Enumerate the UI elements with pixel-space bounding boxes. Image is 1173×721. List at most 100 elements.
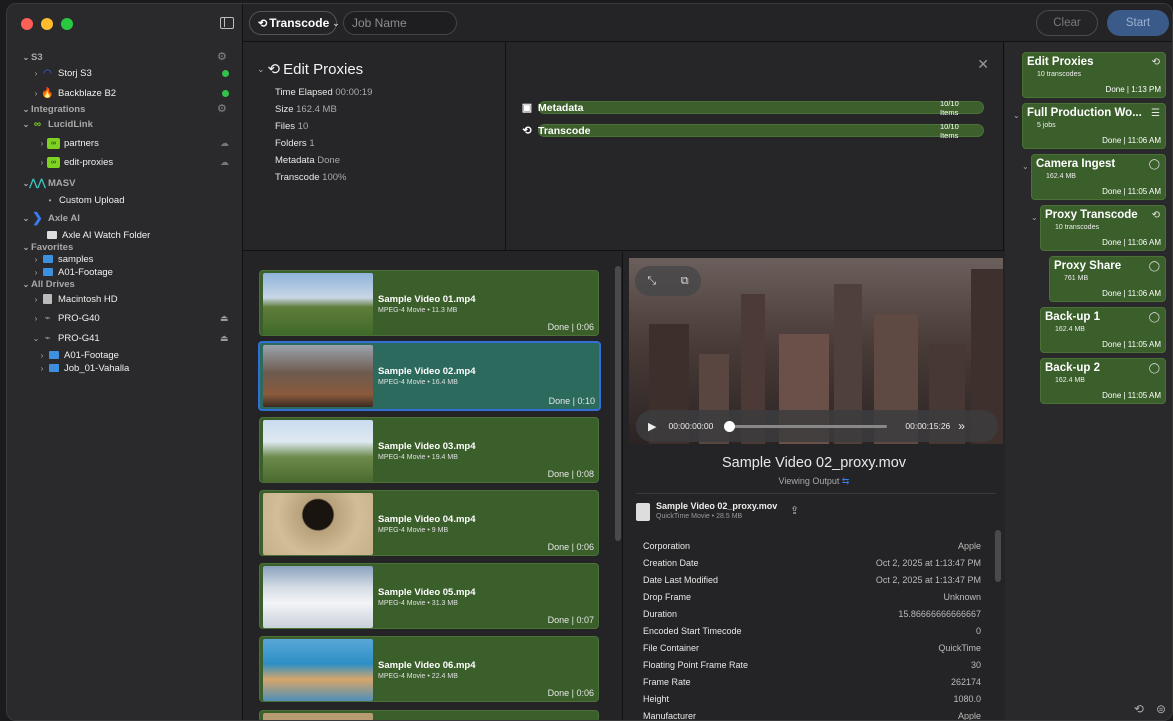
close-window-button[interactable] — [21, 18, 33, 30]
property-row: Date Last Modified Oct 2, 2025 at 1:13:47… — [643, 574, 981, 585]
sidebar-item-partners[interactable]: › ∞ partners — [37, 135, 99, 151]
file-meta: MPEG-4 Movie • 19.4 MB — [378, 454, 458, 461]
job-status: Done | 11:06 AM — [1102, 238, 1161, 247]
file-list-scrollbar[interactable] — [615, 266, 621, 541]
progress-bar — [538, 124, 984, 137]
job-title: Back-up 2 — [1045, 362, 1100, 374]
sidebar-item-axle[interactable]: ⌄ ❯ Axle AI — [21, 210, 80, 226]
file-card[interactable] — [259, 710, 599, 720]
output-file-name: Sample Video 02_proxy.mov — [656, 501, 778, 511]
transcode-icon: ⟲ — [258, 17, 268, 30]
jobs-panel: Edit Proxies 10 transcodes Done | 1:13 P… — [1005, 42, 1172, 720]
job-summary-title: Edit Proxies — [283, 60, 364, 78]
properties-scrollbar[interactable] — [995, 530, 1001, 582]
sidebar-item-masv[interactable]: ⌄ ⋀⋀ MASV — [21, 175, 76, 191]
close-icon[interactable]: ✕ — [977, 56, 989, 73]
file-card-selected[interactable]: Sample Video 02.mp4 MPEG-4 Movie • 16.4 … — [258, 341, 601, 411]
start-button[interactable]: Start — [1107, 10, 1169, 36]
filter-icon[interactable]: ⊜ — [1156, 702, 1166, 716]
job-card[interactable]: Proxy Share 761 MB Done | 11:06 AM ◯ — [1049, 256, 1166, 302]
minimize-window-button[interactable] — [41, 18, 53, 30]
job-summary-stats: Time Elapsed 00:00:19 Size 162.4 MB File… — [275, 84, 372, 186]
time-total: 00:00:15:26 — [905, 421, 951, 431]
job-title: Edit Proxies — [1027, 56, 1094, 68]
chevron-down-icon[interactable]: ⌄ — [1013, 111, 1020, 120]
transcode-icon: ⟲ — [1151, 57, 1160, 68]
scrubber-handle[interactable] — [724, 420, 736, 432]
job-card[interactable]: Edit Proxies 10 transcodes Done | 1:13 P… — [1022, 52, 1166, 98]
file-card[interactable]: Sample Video 05.mp4 MPEG-4 Movie • 31.3 … — [259, 563, 599, 629]
zoom-window-button[interactable] — [61, 18, 73, 30]
history-icon[interactable]: ⟲ — [1134, 702, 1144, 716]
sidebar-item-job-01[interactable]: › Job_01-Vahalla — [37, 360, 130, 376]
sidebar-item-edit-proxies[interactable]: › ∞ edit-proxies — [37, 154, 113, 170]
cloud-icon: ☁ — [220, 138, 229, 148]
sidebar-section-s3[interactable]: ⌄ S3 — [21, 49, 43, 65]
transcode-icon: ⟲ — [1151, 210, 1160, 221]
job-title: Proxy Share — [1054, 260, 1122, 272]
skip-forward-icon[interactable]: » — [958, 419, 965, 433]
task-label: Transcode — [538, 124, 591, 137]
drive-icon — [41, 294, 54, 305]
sidebar-section-integrations[interactable]: ⌄ Integrations — [21, 101, 86, 117]
eject-icon[interactable]: ⏏ — [220, 313, 229, 324]
transcode-icon: ⟲ — [267, 61, 281, 78]
job-card[interactable]: Back-up 1 162.4 MB Done | 11:05 AM ◯ — [1040, 307, 1166, 353]
swap-icon[interactable]: ⇆ — [842, 476, 850, 486]
video-player[interactable]: ⤡ ⧉ ▶ 00:00:00:00 00:00:15:26 » — [629, 258, 1003, 444]
eject-icon[interactable]: ⏏ — [220, 333, 229, 344]
chevron-down-icon[interactable]: ⌄ — [1022, 162, 1029, 171]
sidebar-item-backblaze[interactable]: › 🔥 Backblaze B2 — [31, 85, 116, 101]
lucidlink-icon: ∞ — [33, 118, 42, 130]
sidebar-item-label: Axle AI — [48, 212, 80, 224]
picture-in-picture-icon[interactable]: ⧉ — [681, 275, 689, 288]
share-icon[interactable]: ⇪ — [790, 504, 799, 517]
video-thumbnail — [263, 420, 373, 482]
task-label: Metadata — [538, 101, 584, 114]
sidebar-item-storj[interactable]: › ◠ Storj S3 — [31, 65, 92, 81]
stat-row: Size 162.4 MB — [275, 104, 337, 115]
file-card[interactable]: Sample Video 06.mp4 MPEG-4 Movie • 22.4 … — [259, 636, 599, 702]
job-summary-header[interactable]: ⌄ ⟲ Edit Proxies — [257, 60, 364, 79]
job-status: Done | 11:05 AM — [1102, 187, 1161, 196]
job-summary-panel: ⌄ ⟲ Edit Proxies Time Elapsed 00:00:19 Siz… — [243, 42, 506, 251]
file-status: Done | 0:08 — [547, 469, 594, 479]
job-status: Done | 11:05 AM — [1102, 340, 1161, 349]
job-card[interactable]: Back-up 2 162.4 MB Done | 11:05 AM ◯ — [1040, 358, 1166, 404]
sidebar-item-label: partners — [64, 137, 99, 149]
sidebar-item-custom-upload[interactable]: • Custom Upload — [45, 192, 125, 208]
play-icon[interactable]: ▶ — [648, 420, 656, 433]
job-card[interactable]: ⌄ Proxy Transcode 10 transcodes Done | 1… — [1031, 205, 1166, 251]
job-title: Full Production Wo... — [1027, 107, 1142, 119]
file-card[interactable]: Sample Video 04.mp4 MPEG-4 Movie • 9 MB … — [259, 490, 599, 556]
job-name-input[interactable]: Job Name — [343, 11, 457, 35]
job-card[interactable]: ⌄ Full Production Wo... 5 jobs Done | 11… — [1013, 103, 1166, 149]
job-card[interactable]: ⌄ Camera Ingest 162.4 MB Done | 11:05 AM… — [1022, 154, 1166, 200]
video-view-controls: ⤡ ⧉ — [635, 266, 701, 296]
gear-icon[interactable]: ⚙ — [217, 102, 227, 115]
file-card[interactable]: Sample Video 01.mp4 MPEG-4 Movie • 11.3 … — [259, 270, 599, 336]
sidebar-section-all-drives[interactable]: ⌄ All Drives — [21, 276, 75, 292]
job-subtitle: 5 jobs — [1037, 122, 1056, 129]
sidebar-item-pro-g40[interactable]: › ⌁ PRO-G40 — [31, 310, 100, 326]
properties-table: Corporation Apple Creation Date Oct 2, 202… — [643, 537, 981, 721]
sidebar-item-pro-g41[interactable]: ⌄ ⌁ PRO-G41 — [31, 330, 100, 346]
stat-row: Folders 1 — [275, 138, 315, 149]
mode-dropdown[interactable]: ⟲ Transcode ⌄ — [249, 11, 340, 35]
gear-icon[interactable]: ⚙ — [217, 50, 227, 63]
task-transcode[interactable]: ⟲ Transcode 10/10 Items — [520, 122, 984, 140]
clear-button[interactable]: Clear — [1036, 10, 1098, 36]
sidebar-toggle-icon[interactable] — [220, 17, 234, 29]
task-metadata[interactable]: ▣ Metadata 10/10 Items — [520, 99, 984, 117]
chevron-down-icon: ⌄ — [257, 63, 265, 74]
scrubber[interactable] — [724, 420, 888, 432]
file-status: Done | 0:07 — [547, 615, 594, 625]
workflow-icon: ☰ — [1151, 108, 1160, 119]
chevron-down-icon[interactable]: ⌄ — [1031, 213, 1038, 222]
file-name: Sample Video 05.mp4 — [378, 587, 476, 598]
fullscreen-icon[interactable]: ⤡ — [647, 275, 656, 288]
file-name: Sample Video 04.mp4 — [378, 514, 476, 525]
sidebar-item-macintosh-hd[interactable]: › Macintosh HD — [31, 291, 118, 307]
sidebar-item-lucidlink[interactable]: ⌄ ∞ LucidLink — [21, 116, 93, 132]
file-card[interactable]: Sample Video 03.mp4 MPEG-4 Movie • 19.4 … — [259, 417, 599, 483]
